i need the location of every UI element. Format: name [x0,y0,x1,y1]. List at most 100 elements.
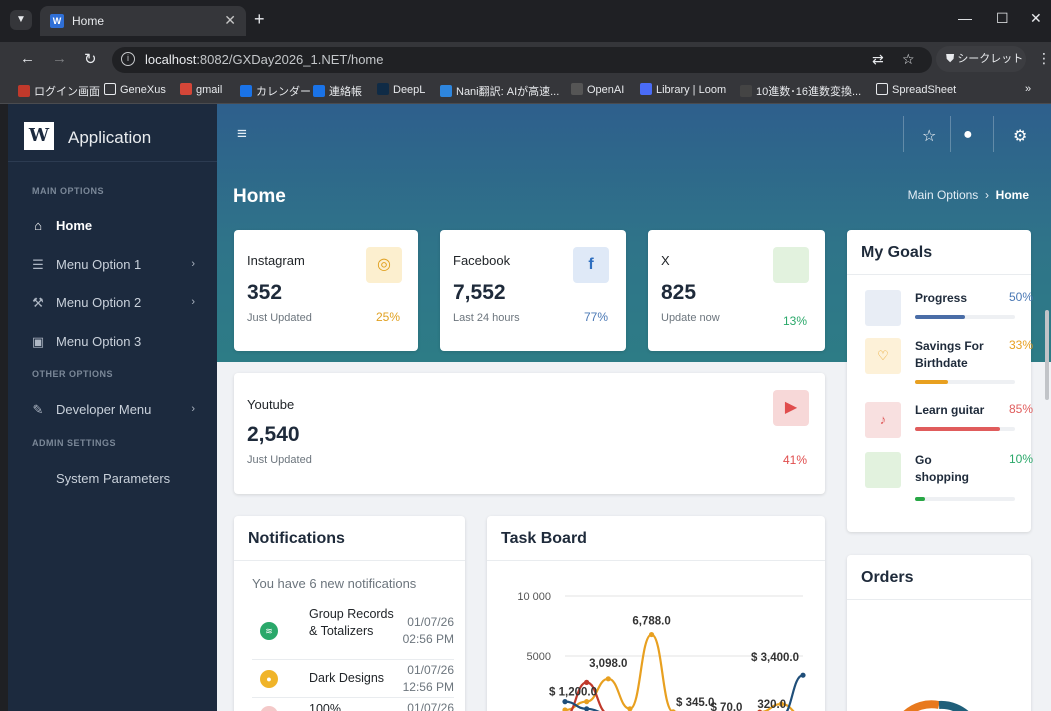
bookmark-label: 連絡帳 [329,86,362,98]
stat-subtitle: Last 24 hours [453,312,520,324]
notification-time: 01/07/26 02:56 PM [402,615,454,646]
new-tab-button[interactable]: + [254,9,265,30]
home-icon: ⌂ [34,218,42,233]
favicon-icon [571,83,583,95]
list-icon: ☰ [32,257,44,272]
y-tick-label: 5000 [527,651,551,663]
chevron-right-icon: › [191,403,195,415]
data-label: $ 70.0 [710,702,742,711]
breadcrumb-parent[interactable]: Main Options [908,188,979,202]
data-label: 3,098.0 [589,658,627,670]
stat-card-x: X 825 Update now 13% [648,230,825,351]
bookmark-item[interactable]: gmail [180,83,222,96]
stat-card-youtube: Youtube 2,540 Just Updated 41% ▶ [234,373,825,494]
goal-progress-fill [915,427,1000,431]
tab-close-icon[interactable]: ✕ [224,12,236,29]
bookmark-item[interactable]: ログイン画面 [18,83,100,99]
bookmark-item[interactable]: Library | Loom [640,83,726,96]
star-icon[interactable]: ☆ [922,126,936,146]
bookmark-label: 10進数･16進数変換... [756,86,862,98]
section-admin-settings: ADMIN SETTINGS [32,438,117,448]
site-info-icon[interactable]: i [121,52,135,66]
stat-card-instagram: Instagram 352 Just Updated 25% ◎ [234,230,418,351]
sidebar-item-developer-menu[interactable]: ✎ Developer Menu › [8,394,217,424]
data-point [562,707,568,711]
stat-card-facebook: Facebook 7,552 Last 24 hours 77% f [440,230,626,351]
youtube-icon: ▶ [773,390,809,426]
bookmark-item[interactable]: 連絡帳 [313,83,362,99]
maximize-icon[interactable]: ☐ [996,10,1009,27]
bookmark-label: gmail [196,84,223,96]
goals-panel: My Goals Progress 50% ♡ Savings For Birt… [847,230,1033,532]
brand: W Application [8,104,217,162]
user-icon[interactable]: ● [963,126,973,144]
bookmarks-overflow-icon[interactable]: » [1025,83,1031,95]
bookmark-star-icon[interactable]: ☆ [902,51,915,68]
orders-slice [938,700,969,711]
browser-tab[interactable]: W Home ✕ [40,6,246,36]
back-icon[interactable]: ← [20,50,35,67]
translate-icon[interactable]: ⇄ [872,51,884,68]
main-content: ≡ ☆ ● ⚙ Home Main Options › Home Instagr… [217,104,1051,711]
goal-progress-bar [915,427,1015,431]
bookmark-item[interactable]: カレンダー [240,83,311,99]
url-text[interactable]: localhost:8082/GXDay2026_1.NET/home [145,52,383,67]
notification-item[interactable]: 100% 01/07/26 [252,698,454,711]
data-point [584,699,590,705]
notification-text: Dark Designs [309,671,385,685]
notification-item[interactable]: ● Dark Designs 01/07/26 12:56 PM [252,660,454,698]
browser-menu-icon[interactable]: ⋮ [1037,50,1051,67]
percent-icon [260,706,278,711]
favicon-icon [740,85,752,97]
goal-progress-bar [915,380,1015,384]
bookmark-item[interactable]: GeneXus [104,83,166,96]
layers-icon: ≋ [260,622,278,640]
brand-logo[interactable]: W [24,122,54,150]
folder-icon [104,83,116,95]
notification-item[interactable]: ≋ Group Records & Totalizers 01/07/26 02:… [252,604,454,660]
sidebar-item-menu-option-2[interactable]: ⚒ Menu Option 2 › [8,287,217,317]
bookmark-item[interactable]: 10進数･16進数変換... [740,83,861,99]
data-label: 320.0 [757,699,786,711]
notification-text: 100% [309,702,341,711]
tab-search-button[interactable]: ▼ [10,10,32,30]
favicon-icon [313,85,325,97]
sidebar-item-system-parameters[interactable]: System Parameters [8,463,217,493]
address-bar: ← → ↻ i localhost:8082/GXDay2026_1.NET/h… [0,42,1051,76]
gear-icon[interactable]: ⚙ [1013,126,1027,146]
sidebar-item-menu-option-1[interactable]: ☰ Menu Option 1 › [8,249,217,279]
divider [234,560,465,561]
bookmark-item[interactable]: OpenAI [571,83,624,96]
page-scrollbar[interactable] [1045,310,1049,400]
stat-value: 2,540 [247,423,300,446]
brand-title[interactable]: Application [68,128,151,148]
wrench-icon: ⚒ [32,295,44,310]
bookmark-item[interactable]: DeepL [377,83,425,96]
edit-icon: ✎ [32,402,44,417]
bookmarks-bar: ログイン画面 GeneXus gmail カレンダー 連絡帳 DeepL Nani翻訳: A… [0,76,1051,104]
favicon-icon [640,83,652,95]
window-close-icon[interactable]: ✕ [1030,10,1042,27]
section-other-options: OTHER OPTIONS [32,369,114,379]
instagram-icon: ◎ [366,247,402,283]
goal-percent: 50% [1008,290,1033,304]
reload-icon[interactable]: ↻ [84,50,97,68]
notification-time: 01/07/26 [407,701,454,711]
bookmark-item[interactable]: Nani翻訳: AIが高速... [440,83,559,99]
bookmark-label: GeneXus [120,84,166,96]
goal-name: Savings For Birthdate [915,339,984,370]
goal-progress-fill [915,497,925,501]
sidebar-item-label: System Parameters [56,471,171,486]
briefcase-icon: ▣ [31,334,45,349]
sidebar-item-menu-option-3[interactable]: ▣ Menu Option 3 [8,326,217,356]
bookmark-item[interactable]: SpreadSheet [876,83,956,96]
minimize-icon[interactable]: — [958,10,972,26]
sidebar-item-home[interactable]: ⌂ Home [8,210,217,240]
orders-slice [903,700,940,711]
task-board-chart: 10 000500006,788.03,098.0$ 3,400.0$ 1,20… [517,591,806,711]
notification-time: 01/07/26 12:56 PM [402,663,454,694]
omnibox[interactable]: i localhost:8082/GXDay2026_1.NET/home ⇄ … [112,47,932,73]
hamburger-menu-icon[interactable]: ≡ [237,124,247,144]
forward-icon[interactable]: → [52,50,67,67]
incognito-badge[interactable]: ⛊ シークレット [936,46,1026,72]
